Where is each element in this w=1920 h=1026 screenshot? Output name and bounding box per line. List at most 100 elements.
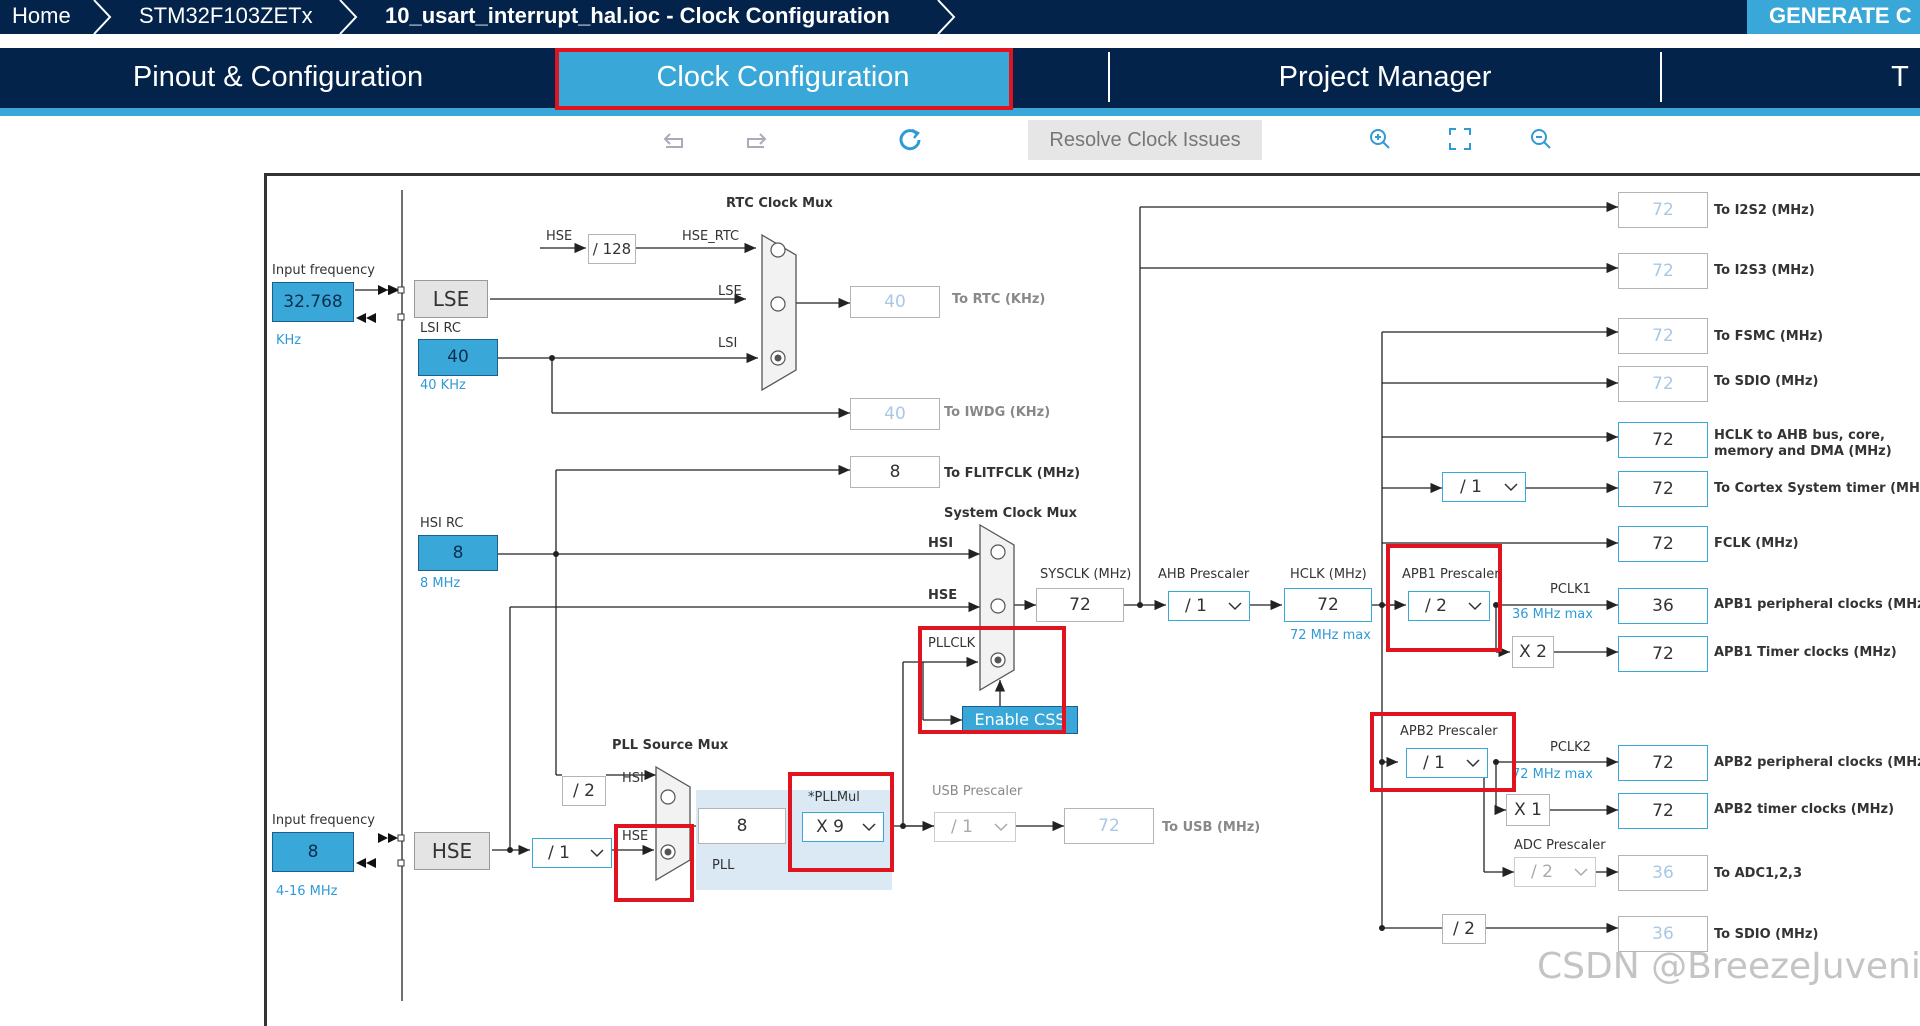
pllsrc-hsi-label: HSI [622, 771, 644, 786]
flitfclk-output-label: To FLITFCLK (MHz) [944, 466, 1081, 481]
output-label-fsmc: To FSMC (MHz) [1714, 329, 1824, 344]
output-label-i2s3: To I2S3 (MHz) [1714, 263, 1815, 278]
output-label-cortex: To Cortex System timer (MHz) [1714, 481, 1920, 496]
rtc-lsi-label: LSI [718, 336, 738, 351]
output-label-apb2-peripheral: APB2 peripheral clocks (MHz) [1714, 755, 1920, 770]
output-value-apb2-peripheral[interactable]: 72 [1618, 745, 1708, 781]
lsi-unit: 40 KHz [420, 378, 466, 393]
apb2-prescaler-select[interactable]: / 1 [1406, 748, 1488, 778]
apb1-max: 36 MHz max [1512, 607, 1593, 622]
rtc-hse-label: HSE [546, 229, 573, 244]
output-label-i2s2: To I2S2 (MHz) [1714, 203, 1815, 218]
sdio-divider: / 2 [1442, 914, 1486, 944]
apb1-prescaler-select[interactable]: / 2 [1408, 591, 1490, 621]
pll-label: PLL [712, 858, 735, 873]
chevron-down-icon [1504, 483, 1518, 492]
lse-frequency-input[interactable]: 32.768 [272, 282, 354, 322]
ahb-prescaler-select[interactable]: / 1 [1168, 591, 1250, 621]
iwdg-output-label: To IWDG (KHz) [944, 405, 1051, 420]
output-label-adc: To ADC1,2,3 [1714, 866, 1803, 881]
system-mux-title: System Clock Mux [944, 506, 1078, 521]
lse-block: LSE [414, 280, 488, 318]
output-value-hclk[interactable]: 72 [1618, 422, 1708, 458]
chevron-down-icon [1468, 602, 1482, 611]
output-value-apb1-timer[interactable]: 72 [1618, 636, 1708, 672]
sysmux-hse-label: HSE [928, 588, 958, 603]
hsi-unit: 8 MHz [420, 576, 461, 591]
output-value-adc: 36 [1618, 855, 1708, 891]
hse-block: HSE [414, 832, 490, 870]
apb2-prescaler-label: APB2 Prescaler [1400, 724, 1498, 739]
output-value-fclk[interactable]: 72 [1618, 526, 1708, 562]
output-value-sdio: 72 [1618, 366, 1708, 402]
chevron-down-icon [1574, 868, 1588, 877]
output-value-i2s3: 72 [1618, 253, 1708, 289]
lse-input-label: Input frequency [272, 263, 375, 278]
sysmux-pllclk-label: PLLCLK [928, 636, 976, 651]
rtc-mux-shape [761, 233, 797, 392]
output-value-fsmc: 72 [1618, 318, 1708, 354]
enable-css-button[interactable]: Enable CSS [962, 706, 1078, 734]
hclk-label: HCLK (MHz) [1290, 567, 1367, 582]
usb-output: 72 [1064, 808, 1154, 844]
usb-prescaler-select[interactable]: / 1 [934, 812, 1016, 842]
lsi-value: 40 [418, 339, 498, 376]
rtc-output-label: To RTC (KHz) [952, 292, 1046, 307]
pclk1-label: PCLK1 [1550, 582, 1591, 597]
hsi-pll-divider: / 2 [562, 776, 606, 806]
pll-source-mux-title: PLL Source Mux [612, 738, 729, 753]
watermark: CSDN @BreezeJuvenile [1537, 946, 1920, 987]
chevron-down-icon [590, 849, 604, 858]
ahb-prescaler-label: AHB Prescaler [1158, 567, 1250, 582]
hse-frequency-input[interactable]: 8 [272, 832, 354, 872]
hsi-label: HSI RC [420, 516, 464, 531]
rtc-mux-title: RTC Clock Mux [726, 196, 833, 211]
apb2-timer-multiplier: X 1 [1506, 794, 1550, 826]
sysmux-hsi-label: HSI [928, 536, 954, 551]
sysclk-value: 72 [1036, 588, 1124, 622]
pll-source-mux-shape [655, 765, 691, 882]
output-label-hclk: HCLK to AHB bus, core, memory and DMA (M… [1714, 428, 1892, 459]
hse-input-label: Input frequency [272, 813, 375, 828]
output-label-sdio2: To SDIO (MHz) [1714, 927, 1819, 942]
flitfclk-output: 8 [850, 456, 940, 488]
pllsrc-hse-label: HSE [622, 829, 649, 844]
hse-prediv-select[interactable]: / 1 [532, 838, 612, 868]
apb1-prescaler-label: APB1 Prescaler [1402, 567, 1500, 582]
output-value-apb1-peripheral[interactable]: 36 [1618, 588, 1708, 624]
rtc-lse-label: LSE [718, 284, 742, 299]
usb-output-label: To USB (MHz) [1162, 820, 1261, 835]
cortex-timer-divider-select[interactable]: / 1 [1442, 472, 1526, 502]
output-label-apb1-peripheral: APB1 peripheral clocks (MHz) [1714, 597, 1920, 612]
output-label-sdio: To SDIO (MHz) [1714, 374, 1819, 389]
pllmul-label: *PLLMul [808, 790, 860, 805]
usb-prescaler-label: USB Prescaler [932, 784, 1023, 799]
hsi-value: 8 [418, 535, 498, 571]
output-value-cortex[interactable]: 72 [1618, 471, 1708, 507]
chevron-down-icon [862, 823, 876, 832]
rtc-output: 40 [850, 286, 940, 318]
pll-input-value: 8 [698, 808, 786, 844]
hse-rtc-divider: / 128 [588, 234, 636, 264]
pclk2-label: PCLK2 [1550, 740, 1591, 755]
output-label-apb1-timer: APB1 Timer clocks (MHz) [1714, 645, 1897, 660]
apb2-max: 72 MHz max [1512, 767, 1593, 782]
sysclk-label: SYSCLK (MHz) [1040, 567, 1132, 582]
hclk-input[interactable]: 72 [1284, 588, 1372, 622]
iwdg-output: 40 [850, 398, 940, 430]
adc-prescaler-label: ADC Prescaler [1514, 838, 1606, 853]
lse-unit: KHz [276, 333, 302, 348]
hclk-max: 72 MHz max [1290, 628, 1371, 643]
hse-unit: 4-16 MHz [276, 884, 338, 899]
output-value-apb2-timer[interactable]: 72 [1618, 793, 1708, 829]
adc-prescaler-select[interactable]: / 2 [1514, 857, 1596, 887]
chevron-down-icon [994, 823, 1008, 832]
lsi-label: LSI RC [420, 321, 461, 336]
chevron-down-icon [1228, 602, 1242, 611]
chevron-down-icon [1466, 759, 1480, 768]
output-label-apb2-timer: APB2 timer clocks (MHz) [1714, 802, 1895, 817]
pllmul-select[interactable]: X 9 [802, 812, 884, 842]
apb1-timer-multiplier: X 2 [1512, 636, 1554, 668]
output-label-fclk: FCLK (MHz) [1714, 536, 1799, 551]
output-value-i2s2: 72 [1618, 192, 1708, 228]
